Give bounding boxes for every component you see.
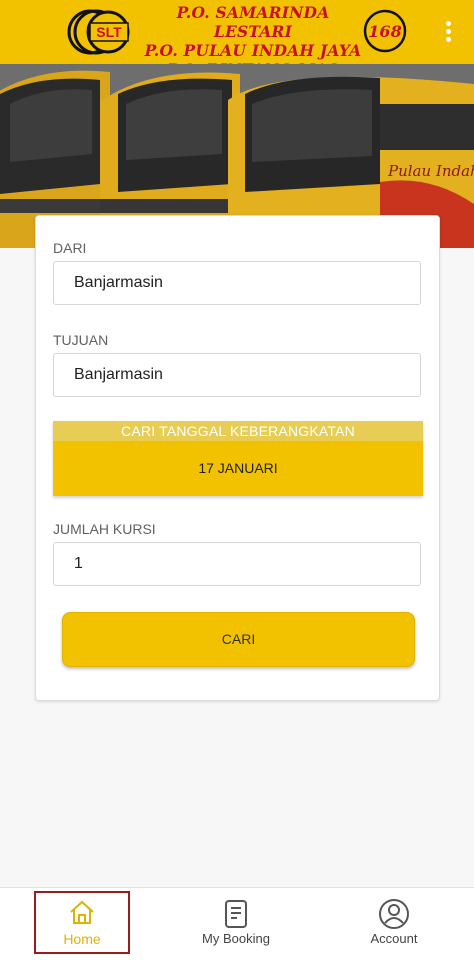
seats-label: JUMLAH KURSI [53,521,156,537]
bus-lettering: Pulau Indah Jaya [387,162,474,180]
company-name-1: P.O. SAMARINDA LESTARI [176,3,330,41]
nav-my-booking-label: My Booking [202,931,270,946]
nav-home[interactable]: Home [34,891,130,954]
date-value: 17 JANUARI [198,460,278,476]
app-header: SLT P.O. SAMARINDA LESTARI P.O. PULAU IN… [0,0,474,79]
to-label: TUJUAN [53,332,109,348]
to-field[interactable]: Banjarmasin [53,353,421,397]
nav-account[interactable]: Account [346,888,442,958]
seats-field[interactable]: 1 [53,542,421,586]
168-logo-text: 168 [368,22,401,41]
home-icon [70,900,94,924]
search-card: DARI Banjarmasin TUJUAN Banjarmasin CARI… [35,215,440,701]
nav-my-booking[interactable]: My Booking [188,888,284,958]
nav-account-label: Account [370,931,418,946]
168-logo: 168 [363,9,407,53]
booking-icon [225,900,247,928]
slt-logo-text: SLT [96,24,122,40]
from-field[interactable]: Banjarmasin [53,261,421,305]
bottom-navigation: Home My Booking Account [0,887,474,960]
from-label: DARI [53,240,87,256]
more-vertical-icon[interactable] [436,18,460,46]
nav-home-label: Home [63,931,101,947]
company-name-2: P.O. PULAU INDAH JAYA [144,41,362,60]
departure-date-picker[interactable]: CARI TANGGAL KEBERANGKATAN 17 JANUARI [53,421,423,496]
date-header: CARI TANGGAL KEBERANGKATAN [53,421,423,441]
slt-logo: SLT [67,9,130,55]
account-icon [379,899,409,929]
search-button[interactable]: CARI [62,612,415,667]
